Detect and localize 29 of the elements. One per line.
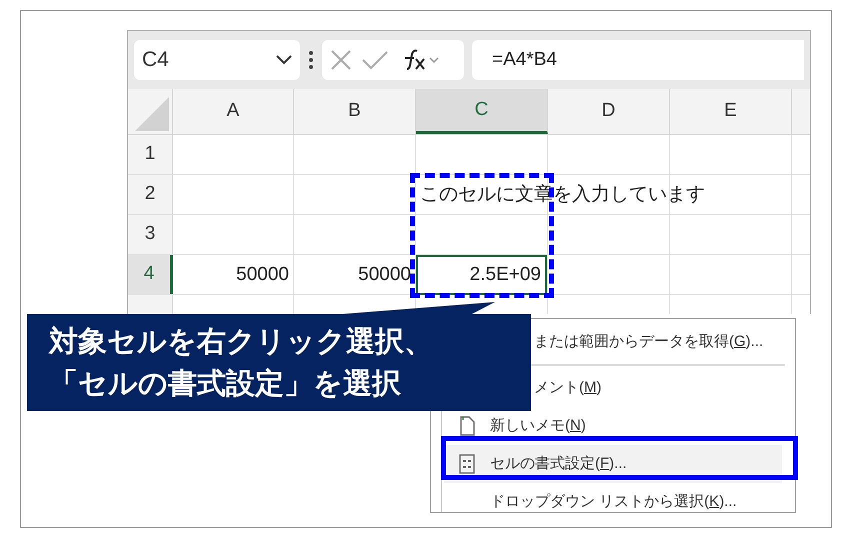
table-cell: 2.5E+09 [416,255,547,295]
table-cell-text: 50000 [358,262,412,287]
more-options-icon[interactable] [308,50,314,70]
chevron-down-icon [276,55,292,65]
callout-text: 「セルの書式設定」を選択 [49,366,402,402]
note-icon [459,416,475,436]
table-cell-text: 50000 [236,262,290,287]
column-header[interactable]: A [173,89,294,134]
formula-text: =A4*B4 [492,48,557,72]
select-all-icon[interactable] [135,97,169,131]
check-icon[interactable] [362,50,388,70]
formula-field[interactable]: =A4*B4 [472,40,804,80]
name-box[interactable]: C4 [134,40,300,80]
format-cells-icon [459,454,475,474]
row-header[interactable]: 3 [128,215,173,254]
menu-item[interactable]: 新しいメモ(N) [490,414,586,438]
close-icon[interactable] [330,49,352,71]
table-cell-text: このセルに文章を入力しています [419,182,705,207]
menu-item[interactable]: メント(M) [534,376,602,400]
row-header[interactable]: 2 [128,175,173,214]
menu-item[interactable]: または範囲からデータを取得(G)... [534,330,764,354]
menu-item[interactable]: ドロップダウン リストから選択(K)... [490,490,737,514]
row-header[interactable]: 1 [128,135,173,174]
callout-text: 対象セルを右クリック選択、 [49,324,434,360]
column-header[interactable]: D [548,89,670,134]
name-box-text: C4 [142,47,169,74]
column-header[interactable]: C [416,89,548,134]
row-header[interactable]: 4 [128,255,173,294]
column-header[interactable]: E [670,89,792,134]
